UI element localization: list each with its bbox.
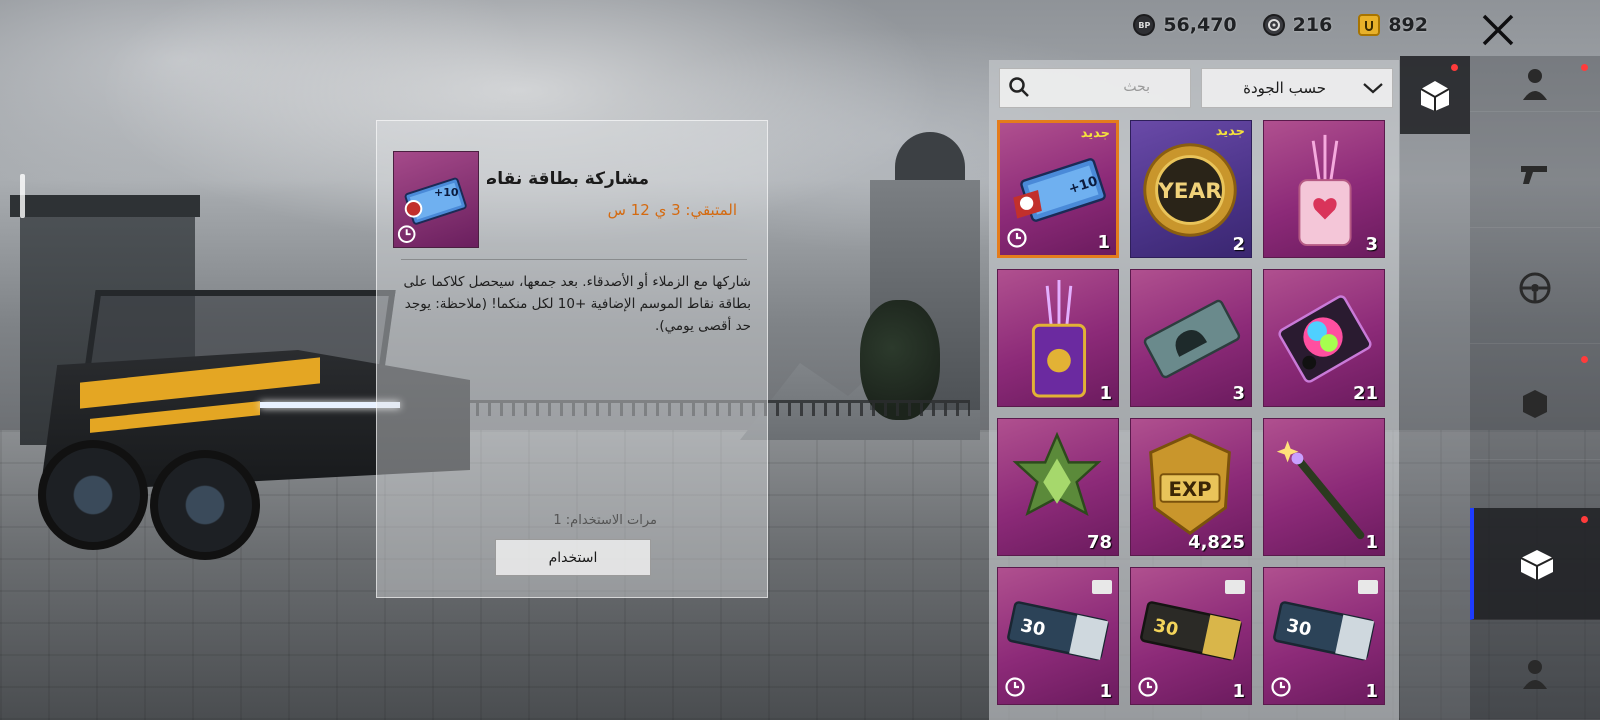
cube-icon (1523, 389, 1547, 418)
search-icon[interactable] (1008, 76, 1030, 98)
vehicle-wheel (150, 450, 260, 560)
box-icon (1520, 549, 1554, 580)
category-column (1400, 56, 1470, 720)
item-count: 1 (1099, 383, 1112, 404)
ag-value: 216 (1292, 14, 1333, 36)
clock-icon (1005, 677, 1025, 697)
item-count: 3 (1365, 234, 1378, 255)
divider (401, 259, 747, 260)
item-detail-panel: +10 مشاركة بطاقة نقاط الموسم المتبقي: 3 … (376, 120, 768, 598)
inventory-item-premium-crate[interactable]: 1 (997, 269, 1119, 407)
item-count: 1 (1097, 232, 1110, 253)
sort-label: حسب الجودة (1243, 79, 1326, 97)
bp-icon: BP (1133, 14, 1156, 36)
category-vehicles[interactable] (1470, 232, 1600, 344)
item-count: 21 (1352, 383, 1378, 404)
item-count: 1 (1365, 532, 1378, 553)
bp-currency: BP 56,470 (1133, 14, 1237, 36)
item-count: 2 (1232, 234, 1245, 255)
search-placeholder: بحث (1123, 79, 1150, 95)
item-count: 4,825 (1188, 532, 1245, 553)
inventory-item-year-coin[interactable]: YEAR جديد 2 (1130, 120, 1252, 258)
category-outfit[interactable] (1470, 56, 1600, 112)
bp-value: 56,470 (1163, 14, 1237, 36)
new-badge: جديد (1215, 124, 1245, 139)
inventory-grid: +10 جديد 1 YEAR جديد 2 3 1 3 21 78 EXP 4… (997, 120, 1395, 705)
inventory-item-color-card[interactable]: 21 (1263, 269, 1385, 407)
ag-icon (1262, 14, 1285, 36)
notification-dot (1581, 356, 1588, 363)
inventory-panel: بحث حسب الجودة +10 جديد 1 YEAR جديد 2 3 … (989, 60, 1399, 720)
thumb-label: +10 (434, 186, 459, 199)
ag-currency: 216 (1262, 14, 1333, 36)
notification-dot (1581, 64, 1588, 71)
vehicle-wheel (38, 440, 148, 550)
category-weapons[interactable] (1470, 116, 1600, 228)
notification-dot (1581, 516, 1588, 523)
chest-icon (1092, 580, 1112, 594)
currency-bar: BP 56,470 216 892 (1133, 14, 1428, 36)
clock-icon (1138, 677, 1158, 697)
category-materials[interactable] (1470, 348, 1600, 460)
crate-icon (1420, 81, 1450, 111)
category-crates[interactable] (1400, 56, 1470, 134)
category-profile[interactable] (1470, 626, 1600, 720)
inventory-item-love-crate[interactable]: 3 (1263, 120, 1385, 258)
year-coin-art-label: YEAR (1157, 179, 1222, 204)
chest-icon (1358, 580, 1378, 594)
use-button[interactable]: استخدام (495, 539, 651, 576)
chest-icon (1225, 580, 1245, 594)
sort-dropdown[interactable]: حسب الجودة (1201, 68, 1393, 108)
category-sidebar (1400, 56, 1600, 720)
item-detail-thumbnail: +10 (393, 151, 479, 248)
steering-wheel-icon (1519, 272, 1551, 303)
subcategory-column (1470, 56, 1600, 720)
inventory-item-share-card[interactable]: +10 جديد 1 (997, 120, 1119, 258)
character-icon (1523, 68, 1547, 100)
notification-dot (1451, 64, 1458, 71)
item-remaining-time: المتبقي: 3 ي 12 س (607, 201, 737, 219)
item-description: شاركها مع الزملاء أو الأصدقاء. بعد جمعها… (403, 274, 751, 334)
inventory-item-magic-wand[interactable]: 1 (1263, 418, 1385, 556)
chevron-down-icon (1363, 83, 1383, 94)
item-count: 3 (1232, 383, 1245, 404)
inventory-item-rename-card[interactable]: 3 (1130, 269, 1252, 407)
item-count: 1 (1365, 681, 1378, 702)
exp-art-label: EXP (1169, 478, 1212, 501)
item-count: 1 (1232, 681, 1245, 702)
inventory-toolbar: بحث حسب الجودة (999, 68, 1393, 108)
clock-icon (1271, 677, 1291, 697)
inventory-item-uc-voucher[interactable]: 30 1 (1130, 567, 1252, 705)
new-badge: جديد (1080, 126, 1110, 141)
uc-value: 892 (1388, 14, 1428, 36)
inventory-item-exp-card[interactable]: EXP 4,825 (1130, 418, 1252, 556)
item-title: مشاركة بطاقة نقاط الموسم (487, 169, 649, 189)
left-scroll-indicator[interactable] (20, 174, 25, 218)
gun-icon (1521, 165, 1547, 184)
uc-currency: 892 (1358, 14, 1428, 36)
avatar-icon (1523, 659, 1547, 689)
item-count: 1 (1099, 681, 1112, 702)
category-items[interactable] (1470, 508, 1600, 620)
inventory-item-uc-voucher[interactable]: 30 1 (1263, 567, 1385, 705)
uses-count: مرات الاستخدام: 1 (553, 513, 657, 528)
item-count: 78 (1086, 532, 1112, 553)
inventory-item-uc-voucher[interactable]: 30 1 (997, 567, 1119, 705)
search-input[interactable]: بحث (999, 68, 1191, 108)
close-icon[interactable] (1480, 12, 1516, 48)
uc-icon (1358, 14, 1381, 36)
clock-icon (1007, 228, 1027, 248)
inventory-item-green-gem[interactable]: 78 (997, 418, 1119, 556)
